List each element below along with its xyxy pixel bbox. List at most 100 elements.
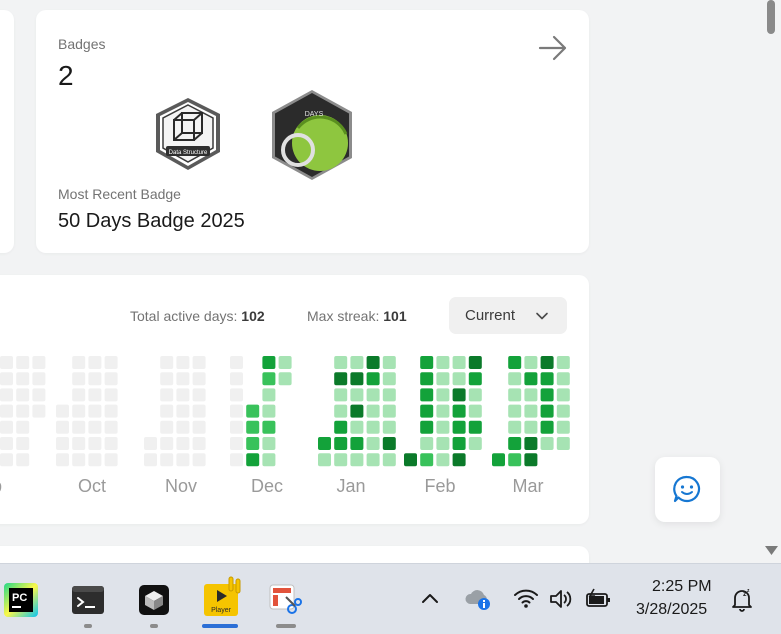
- heatmap-cell[interactable]: [556, 420, 570, 434]
- heatmap-cell[interactable]: [160, 356, 174, 369]
- heatmap-cell[interactable]: [382, 420, 396, 434]
- heatmap-cell[interactable]: [32, 372, 46, 386]
- pycharm-icon[interactable]: PC: [4, 583, 38, 617]
- heatmap-cell[interactable]: [72, 453, 86, 467]
- heatmap-cell[interactable]: [230, 453, 243, 467]
- heatmap-cell[interactable]: [436, 420, 450, 434]
- heatmap-cell[interactable]: [0, 437, 13, 450]
- heatmap-cell[interactable]: [176, 388, 190, 402]
- heatmap-cell[interactable]: [382, 356, 396, 369]
- heatmap-cell[interactable]: [436, 372, 450, 386]
- heatmap-cell[interactable]: [192, 420, 206, 434]
- clock-time[interactable]: 2:25 PM: [652, 578, 712, 596]
- heatmap-cell[interactable]: [246, 404, 260, 418]
- heatmap-cell[interactable]: [16, 453, 30, 467]
- heatmap-cell[interactable]: [524, 404, 538, 418]
- heatmap-cell[interactable]: [192, 404, 206, 418]
- heatmap-cell[interactable]: [382, 388, 396, 402]
- heatmap-cell[interactable]: [420, 420, 434, 434]
- heatmap-cell[interactable]: [160, 437, 174, 450]
- heatmap-cell[interactable]: [192, 356, 206, 369]
- chevron-up-icon[interactable]: [420, 590, 440, 606]
- heatmap-cell[interactable]: [160, 420, 174, 434]
- heatmap-cell[interactable]: [16, 356, 30, 369]
- heatmap-cell[interactable]: [366, 437, 380, 450]
- heatmap-cell[interactable]: [334, 437, 348, 450]
- heatmap-cell[interactable]: [452, 437, 466, 450]
- battery-charging-icon[interactable]: [584, 588, 612, 610]
- heatmap-cell[interactable]: [160, 372, 174, 386]
- heatmap-cell[interactable]: [420, 437, 434, 450]
- heatmap-cell[interactable]: [72, 388, 86, 402]
- heatmap-cell[interactable]: [350, 437, 364, 450]
- cube-app-icon[interactable]: [137, 583, 171, 617]
- heatmap-cell[interactable]: [508, 388, 522, 402]
- heatmap-cell[interactable]: [436, 437, 450, 450]
- heatmap-cell[interactable]: [88, 372, 102, 386]
- heatmap-cell[interactable]: [334, 372, 348, 386]
- heatmap-cell[interactable]: [0, 404, 13, 418]
- heatmap-cell[interactable]: [452, 404, 466, 418]
- heatmap-cell[interactable]: [540, 437, 554, 450]
- volume-icon[interactable]: [549, 588, 573, 610]
- heatmap-cell[interactable]: [230, 437, 243, 450]
- heatmap-cell[interactable]: [56, 420, 69, 434]
- heatmap-cell[interactable]: [366, 404, 380, 418]
- heatmap-cell[interactable]: [436, 388, 450, 402]
- heatmap-cell[interactable]: [16, 420, 30, 434]
- heatmap-cell[interactable]: [556, 356, 570, 369]
- heatmap-cell[interactable]: [452, 420, 466, 434]
- heatmap-cell[interactable]: [492, 453, 505, 467]
- heatmap-cell[interactable]: [72, 437, 86, 450]
- heatmap-cell[interactable]: [262, 437, 276, 450]
- heatmap-cell[interactable]: [382, 404, 396, 418]
- heatmap-cell[interactable]: [192, 388, 206, 402]
- heatmap-cell[interactable]: [88, 420, 102, 434]
- heatmap-cell[interactable]: [334, 404, 348, 418]
- scroll-thumb[interactable]: [767, 0, 775, 34]
- onedrive-info-icon[interactable]: [465, 588, 493, 612]
- heatmap-cell[interactable]: [88, 453, 102, 467]
- heatmap-cell[interactable]: [508, 404, 522, 418]
- heatmap-cell[interactable]: [176, 437, 190, 450]
- heatmap-cell[interactable]: [540, 388, 554, 402]
- heatmap-cell[interactable]: [318, 453, 331, 467]
- heatmap-cell[interactable]: [468, 372, 482, 386]
- heatmap-cell[interactable]: [420, 404, 434, 418]
- clock-date[interactable]: 3/28/2025: [636, 601, 707, 619]
- heatmap-cell[interactable]: [176, 453, 190, 467]
- heatmap-cell[interactable]: [0, 453, 13, 467]
- heatmap-cell[interactable]: [452, 356, 466, 369]
- heatmap-cell[interactable]: [88, 356, 102, 369]
- heatmap-cell[interactable]: [278, 356, 292, 369]
- heatmap-cell[interactable]: [524, 453, 538, 467]
- heatmap-cell[interactable]: [508, 420, 522, 434]
- data-structure-badge-icon[interactable]: Data Structure: [152, 96, 224, 172]
- heatmap-cell[interactable]: [420, 388, 434, 402]
- heatmap-cell[interactable]: [32, 404, 46, 418]
- heatmap-cell[interactable]: [230, 372, 243, 386]
- heatmap-cell[interactable]: [56, 437, 69, 450]
- heatmap-cell[interactable]: [350, 356, 364, 369]
- heatmap-cell[interactable]: [262, 372, 276, 386]
- heatmap-cell[interactable]: [144, 437, 157, 450]
- heatmap-cell[interactable]: [508, 437, 522, 450]
- heatmap-cell[interactable]: [176, 356, 190, 369]
- heatmap-cell[interactable]: [334, 420, 348, 434]
- heatmap-cell[interactable]: [540, 420, 554, 434]
- heatmap-cell[interactable]: [366, 420, 380, 434]
- heatmap-cell[interactable]: [72, 372, 86, 386]
- heatmap-cell[interactable]: [230, 356, 243, 369]
- heatmap-cell[interactable]: [334, 453, 348, 467]
- heatmap-cell[interactable]: [468, 404, 482, 418]
- heatmap-cell[interactable]: [262, 453, 276, 467]
- heatmap-cell[interactable]: [334, 356, 348, 369]
- heatmap-cell[interactable]: [262, 404, 276, 418]
- heatmap-cell[interactable]: [508, 372, 522, 386]
- heatmap-cell[interactable]: [556, 437, 570, 450]
- heatmap-cell[interactable]: [176, 372, 190, 386]
- heatmap-cell[interactable]: [16, 388, 30, 402]
- heatmap-cell[interactable]: [160, 453, 174, 467]
- heatmap-cell[interactable]: [382, 437, 396, 450]
- heatmap-cell[interactable]: [468, 356, 482, 369]
